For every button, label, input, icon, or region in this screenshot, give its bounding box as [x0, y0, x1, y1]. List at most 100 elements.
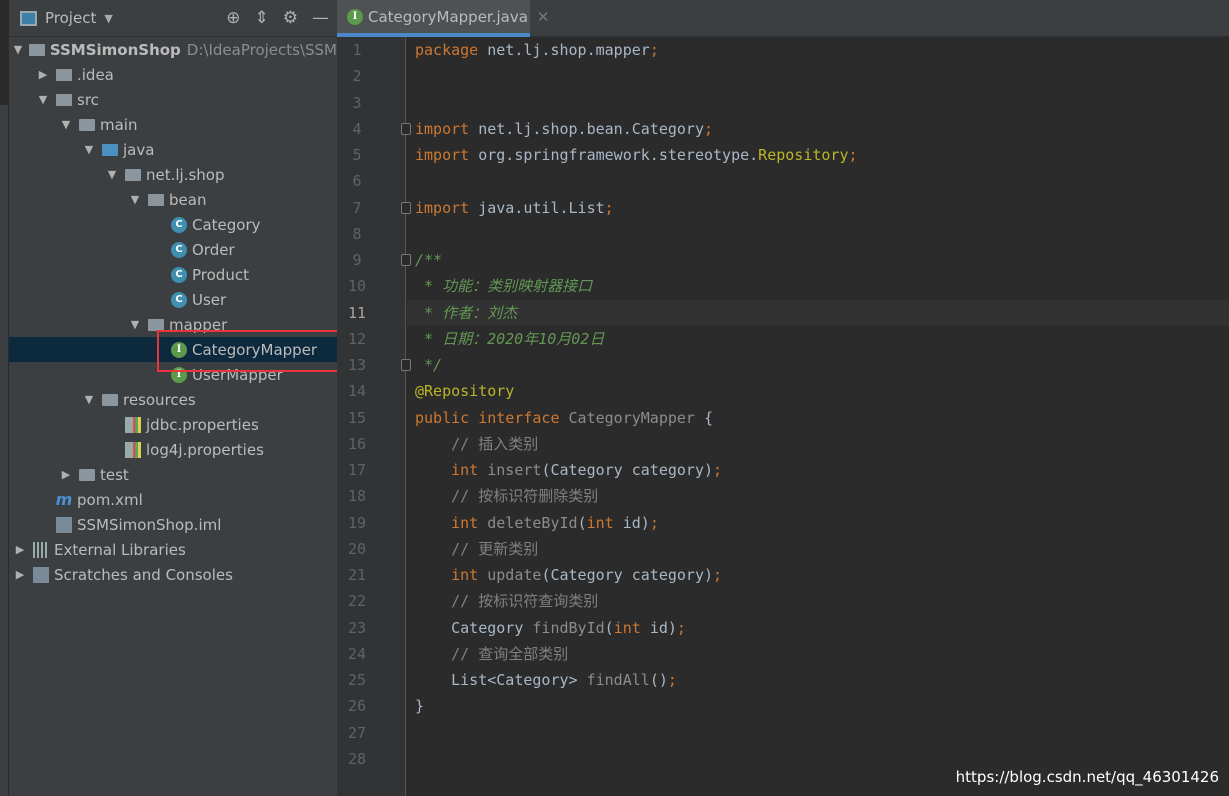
- expanded-arrow-icon[interactable]: ▼: [36, 93, 50, 106]
- code-line: */: [407, 352, 1229, 378]
- tree-item[interactable]: ▼ main: [9, 112, 337, 137]
- code-token: @Repository: [415, 382, 515, 401]
- collapse-icon[interactable]: ⇕: [255, 8, 269, 28]
- project-icon: [20, 10, 37, 26]
- code-token: id): [649, 618, 677, 637]
- properties-icon: [125, 416, 141, 433]
- tree-item[interactable]: C Product: [9, 262, 337, 287]
- expanded-arrow-icon[interactable]: ▼: [82, 393, 96, 406]
- fold-marker-icon[interactable]: [401, 122, 411, 135]
- tree-item[interactable]: C User: [9, 287, 337, 312]
- tree-item[interactable]: jdbc.properties: [9, 412, 337, 437]
- expanded-arrow-icon[interactable]: ▼: [128, 193, 142, 206]
- tree-item-label: User: [192, 290, 227, 309]
- tree-item[interactable]: ▼ src: [9, 87, 337, 112]
- tab-category-mapper[interactable]: I CategoryMapper.java ✕: [337, 0, 550, 37]
- tree-item[interactable]: ▶ External Libraries: [9, 537, 337, 562]
- expanded-arrow-icon[interactable]: ▼: [105, 168, 119, 181]
- tree-item[interactable]: ▼ SSMSimonShop D:\IdeaProjects\SSM: [9, 37, 337, 62]
- code-token: ;: [649, 41, 659, 59]
- folder-icon: [79, 118, 95, 131]
- tree-item-label: net.lj.shop: [146, 165, 225, 184]
- project-panel-header: Project ▼ ⊕ ⇕ ⚙ —: [9, 0, 337, 37]
- code-line: import org.springframework.stereotype.Re…: [407, 142, 1229, 168]
- line-number: 5: [352, 146, 362, 164]
- expanded-arrow-icon[interactable]: ▼: [128, 318, 142, 331]
- tree-item[interactable]: ▼ bean: [9, 187, 337, 212]
- code-token: int: [415, 513, 488, 532]
- code-line: // 更新类别: [407, 536, 1229, 562]
- line-number: 7: [352, 198, 362, 217]
- code-token: java.util.List: [469, 198, 605, 217]
- code-line: Category findById(int id);: [407, 615, 1229, 641]
- package-icon: [148, 318, 164, 331]
- expanded-arrow-icon[interactable]: ▼: [13, 43, 23, 56]
- tree-item[interactable]: ▼ java: [9, 137, 337, 162]
- code-token: ;: [649, 513, 659, 532]
- watermark: https://blog.csdn.net/qq_46301426: [955, 768, 1219, 786]
- minimize-icon[interactable]: —: [312, 8, 329, 28]
- collapsed-arrow-icon[interactable]: ▶: [13, 543, 27, 556]
- line-number: 10: [347, 277, 367, 296]
- gear-icon[interactable]: ⚙: [283, 8, 298, 28]
- code-token: (Category category): [541, 461, 714, 479]
- tree-item[interactable]: log4j.properties: [9, 437, 337, 462]
- tree-item[interactable]: ▶ .idea: [9, 62, 337, 87]
- code-token: /**: [415, 251, 443, 269]
- expanded-arrow-icon[interactable]: ▼: [59, 118, 73, 131]
- line-number: 2: [352, 67, 362, 86]
- collapsed-arrow-icon[interactable]: ▶: [59, 468, 73, 481]
- code-token: findById: [532, 618, 605, 637]
- fold-marker-icon[interactable]: [401, 254, 411, 266]
- line-number: 8: [352, 224, 362, 243]
- code-editor[interactable]: package net.lj.shop.mapper; import net.lj…: [407, 37, 1229, 796]
- tab-label: CategoryMapper.java: [368, 7, 528, 26]
- project-path: D:\IdeaProjects\SSM: [186, 40, 337, 59]
- tree-item[interactable]: ▶ test: [9, 462, 337, 487]
- code-token: CategoryMapper: [568, 408, 695, 427]
- code-line: // 按标识符删除类别: [407, 483, 1229, 509]
- line-number: 17: [347, 461, 367, 479]
- line-number: 11: [347, 303, 367, 322]
- tree-item[interactable]: C Order: [9, 237, 337, 262]
- code-token: // 插入类别: [415, 434, 539, 453]
- code-token: // 按标识符查询类别: [415, 592, 599, 611]
- locate-icon[interactable]: ⊕: [226, 8, 240, 28]
- code-token: int: [415, 566, 488, 584]
- tree-item[interactable]: ▼ resources: [9, 387, 337, 412]
- collapsed-arrow-icon[interactable]: ▶: [13, 568, 27, 581]
- line-number: 16: [347, 434, 367, 453]
- tree-item[interactable]: C Category: [9, 212, 337, 237]
- code-token: }: [415, 697, 425, 716]
- tree-item-label: External Libraries: [54, 540, 186, 559]
- tree-item[interactable]: ▼ net.lj.shop: [9, 162, 337, 187]
- fold-marker-icon[interactable]: [401, 201, 411, 214]
- code-token: ;: [604, 198, 614, 217]
- line-number: 20: [347, 539, 367, 558]
- line-number: 28: [347, 749, 367, 768]
- line-number: 24: [347, 644, 367, 663]
- project-tool-button[interactable]: [0, 0, 9, 105]
- tree-item-label: java: [123, 140, 155, 159]
- code-token: import: [415, 146, 470, 164]
- code-token: Repository: [758, 146, 849, 164]
- code-line: // 按标识符查询类别: [407, 588, 1229, 614]
- line-number: 6: [352, 172, 362, 191]
- line-gutter: 1 2 3 4 5 6 7 8 9 10 11 12 13 14 15 16 17 18 19 20 21 22 23 24 2…: [337, 37, 406, 796]
- line-number: 26: [347, 697, 367, 716]
- chevron-down-icon[interactable]: ▼: [104, 12, 112, 25]
- tree-item[interactable]: ▶ Scratches and Consoles: [9, 562, 337, 587]
- close-icon[interactable]: ✕: [537, 8, 550, 26]
- properties-icon: [125, 441, 141, 458]
- expanded-arrow-icon[interactable]: ▼: [82, 143, 96, 156]
- tree-item[interactable]: m pom.xml: [9, 487, 337, 512]
- package-icon: [148, 193, 164, 206]
- fold-marker-icon[interactable]: [401, 359, 411, 371]
- tree-item[interactable]: SSMSimonShop.iml: [9, 512, 337, 537]
- project-view-selector[interactable]: Project: [45, 9, 96, 27]
- code-token: ;: [667, 671, 677, 689]
- collapsed-arrow-icon[interactable]: ▶: [36, 68, 50, 81]
- code-line: @Repository: [407, 378, 1229, 404]
